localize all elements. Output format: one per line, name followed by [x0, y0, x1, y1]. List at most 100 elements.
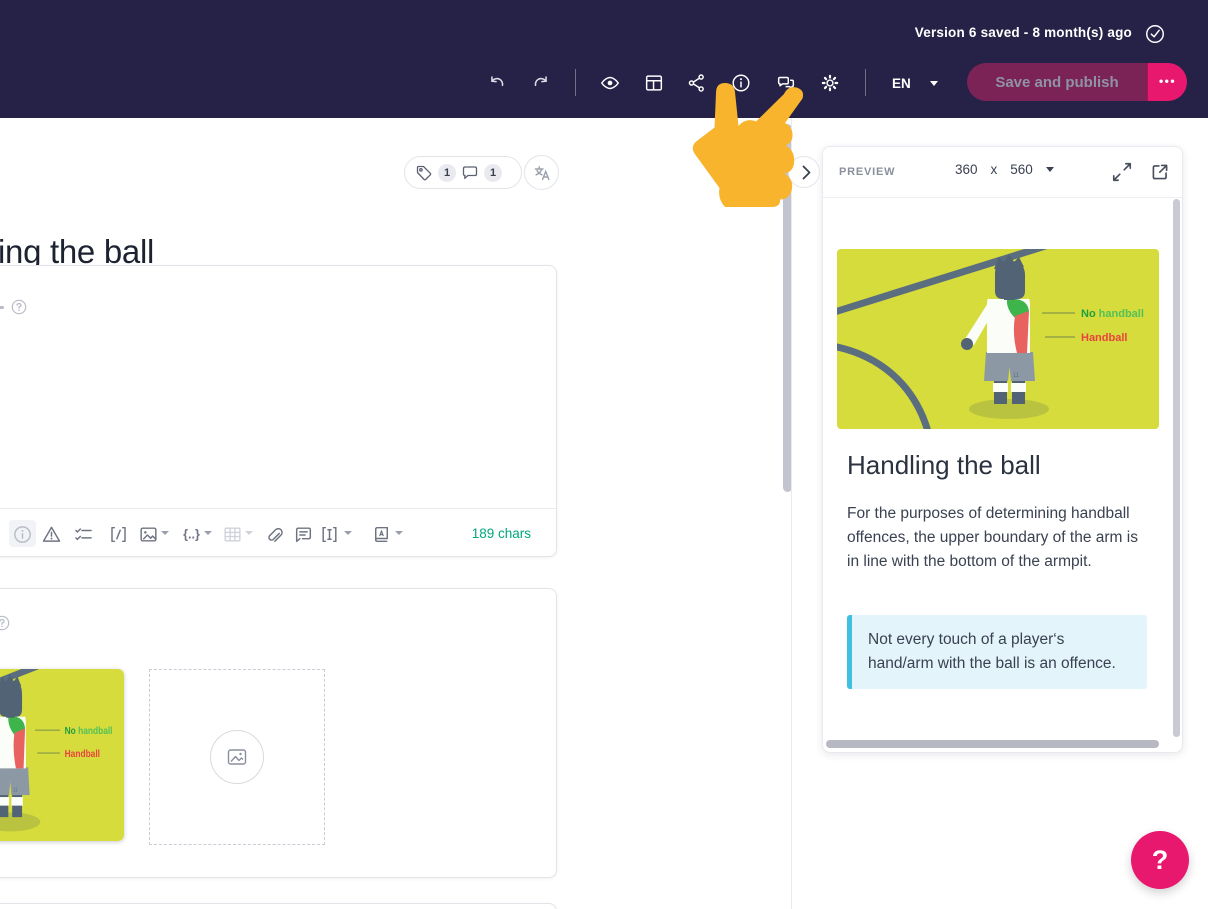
- preview-height: 560: [1010, 162, 1033, 177]
- undo-icon: [491, 76, 504, 87]
- chevron-down-icon[interactable]: [161, 531, 169, 535]
- toolbar-divider: [575, 69, 576, 96]
- preview-title: Handling the ball: [847, 450, 1041, 480]
- block-label-fragment: [0, 306, 4, 309]
- tag-count-badge: 1: [438, 163, 456, 182]
- handball-illustration: 11 No handball Handball: [837, 249, 1159, 429]
- code-block-button[interactable]: [108, 523, 130, 545]
- layout-icon: [645, 75, 663, 91]
- chevron-down-icon[interactable]: [395, 531, 403, 535]
- annotation-pill[interactable]: 1 1: [404, 156, 522, 189]
- preview-size-x: x: [990, 162, 998, 177]
- open-external-icon: [1152, 164, 1168, 180]
- open-external-button[interactable]: [1149, 161, 1171, 183]
- comments-icon: [777, 76, 795, 90]
- help-circle-icon[interactable]: [0, 615, 10, 631]
- braces-icon: {..}: [183, 527, 200, 541]
- chevron-down-icon[interactable]: [204, 531, 212, 535]
- layout-button[interactable]: [643, 70, 669, 96]
- expand-icon: [1112, 162, 1132, 182]
- glossary-book-icon: [374, 526, 389, 542]
- preview-vertical-scrollbar[interactable]: [1173, 199, 1180, 737]
- next-block-card: [0, 903, 557, 909]
- preview-callout-text: Not every touch of a player‘s hand/arm w…: [868, 631, 1116, 672]
- attachment-button[interactable]: [263, 523, 285, 545]
- preview-paragraph: For the purposes of determining handball…: [847, 505, 1138, 570]
- info-icon: [14, 525, 31, 543]
- insert-image-button[interactable]: [138, 523, 160, 545]
- share-icon: [688, 74, 704, 92]
- more-options-button[interactable]: •••: [1147, 63, 1187, 101]
- text-brackets-icon: [322, 526, 337, 542]
- expand-preview-button[interactable]: [1111, 161, 1133, 183]
- tag-icon: [416, 165, 432, 180]
- settings-button[interactable]: [819, 70, 845, 96]
- info-block-button[interactable]: [9, 520, 36, 547]
- redo-button[interactable]: [530, 70, 556, 96]
- checklist-icon: [75, 527, 92, 540]
- preview-callout: Not every touch of a player‘s hand/arm w…: [847, 615, 1147, 689]
- variables-button[interactable]: {..}: [181, 523, 203, 545]
- help-circle-icon[interactable]: [11, 299, 27, 315]
- text-container-button[interactable]: [319, 523, 341, 545]
- note-button[interactable]: [293, 523, 315, 545]
- comments-button[interactable]: [775, 70, 801, 96]
- check-circle-icon: [1146, 25, 1164, 43]
- preview-button[interactable]: [599, 70, 625, 96]
- topbar: Version 6 saved - 8 month(s) ago EN Save…: [0, 0, 1208, 118]
- warning-block-button[interactable]: [41, 523, 63, 545]
- svg-text:Nohandball: No handball: [1081, 308, 1144, 320]
- settings-gear-icon: [821, 74, 839, 92]
- share-button[interactable]: [686, 70, 712, 96]
- svg-text:11: 11: [13, 787, 18, 794]
- table-icon: [224, 527, 241, 541]
- version-status: Version 6 saved - 8 month(s) ago: [914, 25, 1132, 40]
- svg-text:11: 11: [1013, 373, 1020, 379]
- panel-divider: [791, 118, 792, 909]
- code-block-icon: [111, 526, 126, 542]
- chevron-right-icon: [802, 165, 811, 180]
- chevron-down-icon: [930, 81, 938, 86]
- add-image-placeholder[interactable]: [149, 669, 325, 845]
- help-button[interactable]: ?: [1131, 831, 1189, 889]
- language-label: EN: [892, 75, 911, 91]
- chevron-down-icon[interactable]: [344, 531, 352, 535]
- preview-label: PREVIEW: [839, 166, 896, 178]
- svg-text:Handball: Handball: [1081, 332, 1127, 344]
- preview-width: 360: [955, 162, 978, 177]
- info-button[interactable]: [730, 70, 756, 96]
- translate-icon: [534, 165, 550, 180]
- toolbar-divider: [865, 69, 866, 96]
- preview-image: 11 No handball Handball: [837, 249, 1159, 429]
- preview-horizontal-scrollbar[interactable]: [826, 740, 1159, 748]
- note-icon: [295, 526, 312, 542]
- preview-size-selector[interactable]: 360 x 560: [949, 161, 1060, 178]
- glossary-button[interactable]: [371, 523, 393, 545]
- chevron-down-icon: [1045, 167, 1054, 172]
- redo-icon: [534, 76, 547, 87]
- editor-toolbar: {..} 189 chars: [0, 508, 556, 556]
- save-and-publish-button[interactable]: Save and publish: [967, 63, 1147, 101]
- preview-eye-icon: [600, 76, 620, 90]
- chevron-down-icon: [245, 531, 253, 535]
- info-icon: [732, 74, 750, 92]
- image-placeholder-circle: [210, 730, 264, 784]
- insert-table-button[interactable]: [222, 523, 244, 545]
- preview-header: PREVIEW 360 x 560: [823, 147, 1182, 198]
- preview-panel: PREVIEW 360 x 560 11 No handball Handbal…: [822, 146, 1183, 753]
- image-thumbnail[interactable]: 11 No handball Handball: [0, 669, 124, 841]
- checklist-button[interactable]: [73, 523, 95, 545]
- collapse-preview-button[interactable]: [788, 156, 820, 188]
- image-icon: [140, 526, 157, 542]
- image-placeholder-icon: [227, 749, 247, 765]
- language-selector[interactable]: EN: [888, 70, 944, 96]
- warning-triangle-icon: [42, 526, 61, 542]
- svg-text:Handball: Handball: [65, 748, 100, 760]
- paperclip-icon: [268, 527, 283, 542]
- handball-illustration: 11 No handball Handball: [0, 669, 124, 841]
- svg-text:{..}: {..}: [183, 527, 200, 541]
- undo-button[interactable]: [486, 70, 512, 96]
- translate-button[interactable]: [524, 155, 559, 190]
- app-window: Version 6 saved - 8 month(s) ago EN Save…: [0, 0, 1208, 909]
- comment-icon: [462, 165, 478, 179]
